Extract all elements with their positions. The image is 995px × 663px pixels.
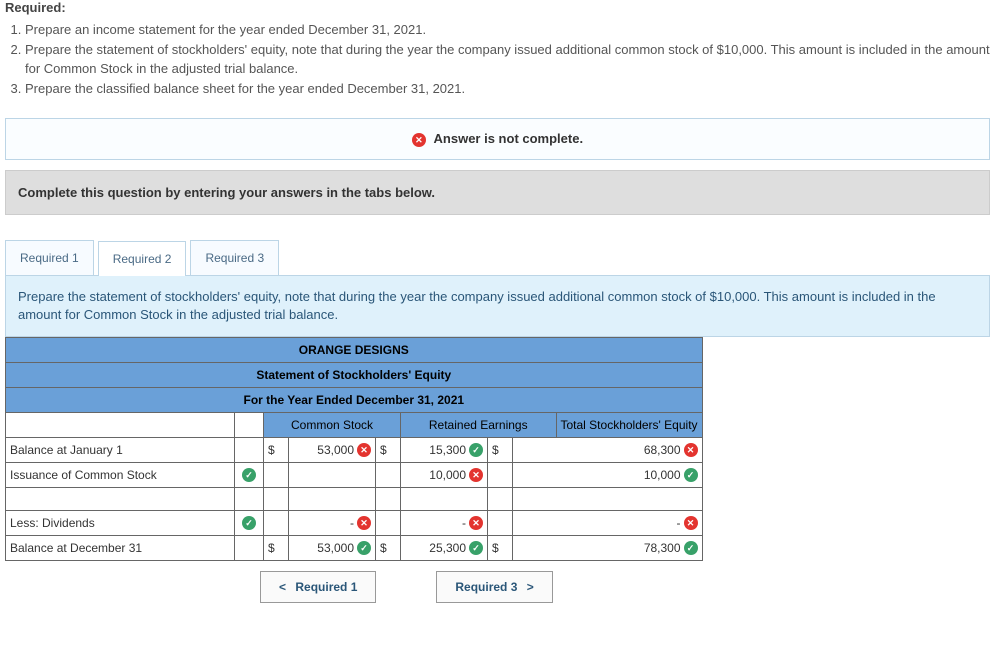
wrong-icon (357, 443, 371, 457)
re-currency: $ (376, 437, 401, 462)
table-row: Balance at January 1 $ 53,000 $ 15,300 $… (6, 437, 703, 462)
re-value-cell[interactable]: 25,300 (401, 535, 488, 560)
re-value: 15,300 (405, 443, 466, 457)
cs-value-cell[interactable] (289, 462, 376, 487)
prev-label: Required 1 (295, 580, 357, 594)
tabs-instruction: Complete this question by entering your … (5, 170, 990, 215)
row-status (235, 462, 264, 487)
correct-icon (684, 541, 698, 555)
instruction-2: Prepare the statement of stockholders' e… (25, 40, 990, 79)
re-value-cell[interactable]: 15,300 (401, 437, 488, 462)
wrong-icon (469, 468, 483, 482)
blank-label[interactable] (6, 487, 235, 510)
wrong-icon (684, 443, 698, 457)
tot-currency: $ (488, 535, 513, 560)
prev-button[interactable]: < Required 1 (260, 571, 376, 603)
re-value: 10,000 (405, 468, 466, 482)
page-heading: Required: (0, 0, 995, 15)
correct-icon (684, 468, 698, 482)
instruction-3: Prepare the classified balance sheet for… (25, 79, 990, 99)
chevron-left-icon: < (279, 580, 286, 594)
instructions-block: Prepare an income statement for the year… (0, 15, 995, 118)
cs-value: 53,000 (293, 541, 354, 555)
tab-required-2[interactable]: Required 2 (98, 241, 187, 276)
blank-header (6, 412, 235, 437)
instruction-1: Prepare an income statement for the year… (25, 20, 990, 40)
cs-value-cell[interactable]: 53,000 (289, 535, 376, 560)
blank-header-icon (235, 412, 264, 437)
correct-icon (242, 468, 256, 482)
tot-value-cell[interactable]: 68,300 (513, 437, 703, 462)
alert-bar: Answer is not complete. (5, 118, 990, 160)
table-row: Less: Dividends - - - (6, 510, 703, 535)
col-total-equity: Total Stockholders' Equity (556, 412, 702, 437)
cs-value: - (293, 516, 354, 530)
row-label[interactable]: Less: Dividends (6, 510, 235, 535)
tot-currency (488, 462, 513, 487)
table-row: Issuance of Common Stock 10,000 10,000 (6, 462, 703, 487)
row-status (235, 510, 264, 535)
wrong-icon (357, 516, 371, 530)
row-label[interactable]: Issuance of Common Stock (6, 462, 235, 487)
tot-value-cell[interactable]: 10,000 (513, 462, 703, 487)
stockholders-equity-table: ORANGE DESIGNS Statement of Stockholders… (5, 337, 703, 561)
tab-required-1[interactable]: Required 1 (5, 240, 94, 275)
next-label: Required 3 (455, 580, 517, 594)
re-value-cell[interactable]: 10,000 (401, 462, 488, 487)
tab-required-3[interactable]: Required 3 (190, 240, 279, 275)
re-currency: $ (376, 535, 401, 560)
tot-value: 10,000 (517, 468, 681, 482)
stmt-title: Statement of Stockholders' Equity (6, 362, 703, 387)
cs-value-cell[interactable]: - (289, 510, 376, 535)
row-label[interactable]: Balance at December 31 (6, 535, 235, 560)
tabs-row: Required 1 Required 2 Required 3 (5, 240, 990, 276)
tot-value: 68,300 (517, 443, 681, 457)
alert-text: Answer is not complete. (434, 131, 584, 146)
tot-value-cell[interactable]: 78,300 (513, 535, 703, 560)
table-row: Balance at December 31 $ 53,000 $ 25,300… (6, 535, 703, 560)
tot-value: - (517, 516, 681, 530)
tab-note: Prepare the statement of stockholders' e… (5, 276, 990, 337)
tot-value-cell[interactable]: - (513, 510, 703, 535)
re-value: - (405, 516, 466, 530)
row-status (235, 437, 264, 462)
correct-icon (469, 541, 483, 555)
wrong-icon (684, 516, 698, 530)
re-value-cell[interactable]: - (401, 510, 488, 535)
tot-value: 78,300 (517, 541, 681, 555)
row-label[interactable]: Balance at January 1 (6, 437, 235, 462)
stmt-company: ORANGE DESIGNS (6, 337, 703, 362)
cs-value-cell[interactable]: 53,000 (289, 437, 376, 462)
re-currency (376, 462, 401, 487)
col-retained-earnings: Retained Earnings (401, 412, 557, 437)
error-icon (412, 133, 426, 147)
cs-currency: $ (264, 437, 289, 462)
wrong-icon (469, 516, 483, 530)
stmt-period: For the Year Ended December 31, 2021 (6, 387, 703, 412)
cs-value: 53,000 (293, 443, 354, 457)
correct-icon (469, 443, 483, 457)
table-row-blank (6, 487, 703, 510)
re-value: 25,300 (405, 541, 466, 555)
correct-icon (242, 516, 256, 530)
cs-currency: $ (264, 535, 289, 560)
tot-currency: $ (488, 437, 513, 462)
correct-icon (357, 541, 371, 555)
next-button[interactable]: Required 3 > (436, 571, 552, 603)
cs-currency (264, 462, 289, 487)
chevron-right-icon: > (527, 580, 534, 594)
col-common-stock: Common Stock (264, 412, 401, 437)
nav-buttons: < Required 1 Required 3 > (260, 571, 995, 603)
